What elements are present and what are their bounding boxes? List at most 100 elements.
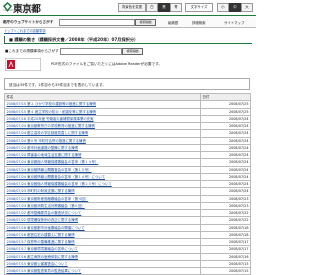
table-row: 2008/07/24 東京都教育庁の学校教育の推進に関する陳情 2008/07/2… [4,121,251,131]
row-date: 2008/07/23 [200,201,251,211]
row-subject-link[interactable]: 2008/07/23 市町村の財政支援に関する陳情 [4,187,201,196]
table-row: 2008/07/18 東京都都市計画審議会の開催について 2008/07/18 [4,223,251,232]
header-date: 日付 [200,92,251,102]
row-subject-link[interactable]: 2008/07/24 都市計画道路の整備に関する陳情 [4,143,201,153]
table-row: 2008/07/22 環境確保条例の改正に関する陳情 2008/07/22 [4,216,251,225]
row-subject-link[interactable]: 2008/07/15 第４ 都立学校の防災・耐震化等に関する陳情 [4,107,201,116]
row-subject-link[interactable]: 2008/07/16 平成20年度 労働者災害補償保険事業の充実 [4,114,201,124]
org-chart-link[interactable]: 組織図 [168,20,178,25]
table-row: 2008/07/15 第４ 都立学校の防災・耐震化等に関する陳情 2008/07/… [4,107,251,116]
row-date: 2008/07/24 [200,165,251,174]
row-date: 2008/07/17 [200,245,251,254]
bgcolor-label: 背景色を変更 [118,3,146,12]
logo-text[interactable]: 東京都 [13,1,41,15]
table-row: 2008/07/16 平成20年度 労働者災害補償保険事業の充実 2008/07/… [4,114,251,124]
row-subject-link[interactable]: 2008/07/18 東京都都市計画審議会の開催について [4,223,201,232]
row-subject-link[interactable]: 2008/07/24 東京都個人情報保護審議会の答申（第２０号）について [4,179,201,189]
breadcrumb[interactable]: トップ＞これまでの請願事項 [4,28,45,33]
row-subject-link[interactable]: 2008/07/18 都営住宅の建替えに関する陳情 [4,230,201,240]
table-row: 2008/07/23 東京都消費生活対策審議会（第６回） 2008/07/23 [4,201,251,211]
row-subject-link[interactable]: 2008/07/23 東京都財産価格審議会の答申（第４回） [4,194,201,203]
site-search-input[interactable] [59,18,135,26]
row-subject-link[interactable]: 2008/07/24 障害者の地域生活支援に関する陳情 [4,150,201,160]
row-date: 2008/07/24 [200,143,251,153]
petition-search-input[interactable] [60,48,122,55]
row-date: 2008/07/18 [200,230,251,240]
advanced-search-link[interactable]: 詳細検索 [192,20,206,25]
row-subject-link[interactable]: 2008/07/15 第２ ひかり学校の建設等の推進に関する陳情 [4,100,201,109]
row-date: 2008/07/17 [200,237,251,247]
row-subject-link[interactable]: 2008/07/24 第６号 市町村合併の推進に関する陳情 [4,136,201,145]
site-search-button[interactable]: 検索開始 [135,18,156,26]
row-date: 2008/07/22 [200,208,251,218]
row-subject-link[interactable]: 2008/07/15 東京都監査委員の監査結果について [4,266,201,275]
adobe-reader-icon[interactable] [5,58,41,71]
row-date: 2008/07/23 [200,194,251,203]
header: TOKYO METROPOLITAN GOVERNMENT 東京都 背景色を変更… [0,0,256,15]
row-date: 2008/07/24 [200,136,251,145]
table-row: 2008/07/24 都立高校の学区制度見直しに関する陳情 2008/07/24 [4,129,251,138]
table-row: 2008/07/15 第２ ひかり学校の建設等の推進に関する陳情 2008/07/… [4,100,251,109]
table-row: 2008/07/24 第６号 市町村合併の推進に関する陳情 2008/07/24 [4,136,251,145]
row-subject-link[interactable]: 2008/07/24 東京都個人情報保護審議会の答申（第１４号） [4,158,201,167]
table-row: 2008/07/24 東京都個人情報保護審議会の答申（第１４号） 2008/07/… [4,158,251,167]
row-date: 2008/07/24 [200,172,251,182]
table-row: 2008/07/17 東京都環境審議会の答申について 2008/07/17 [4,245,251,254]
row-subject-link[interactable]: 2008/07/16 都立病院の医療体制に関する陳情 [4,252,201,261]
pdf-notice: PDF形式のファイルをご覧いただくにはAdobe Readerが必要です。 [5,58,245,71]
petition-search-label: ■これまでの請願事項からさがす [5,49,59,53]
petition-search-button[interactable]: 検索開始 [122,48,143,55]
sitemap-link[interactable]: サイトマップ [224,20,244,25]
row-subject-link[interactable]: 2008/07/24 東京都教育庁の学校教育の推進に関する陳情 [4,121,201,131]
row-subject-link[interactable]: 2008/07/17 保育所の整備推進に関する陳情 [4,237,201,247]
font-large-button[interactable]: 大 [241,3,253,12]
table-row: 2008/07/24 東京都情報公開審査会の答申（第１５号） 2008/07/24 [4,165,251,174]
row-date: 2008/07/24 [200,158,251,167]
row-date: 2008/07/24 [200,129,251,138]
bg-white-button[interactable]: 白 [146,3,158,12]
row-date: 2008/07/16 [200,252,251,261]
table-row: 2008/07/22 都市整備委員会の審査状況について 2008/07/22 [4,208,251,218]
table-row: 2008/07/23 東京都財産価格審議会の答申（第４回） 2008/07/23 [4,194,251,203]
page-title: ■ 請願の動き（請願採択文書／2008年（平成20年）07月採択分） [4,36,252,44]
pdf-notice-text: PDF形式のファイルをご覧いただくにはAdobe Readerが必要です。 [51,62,162,66]
row-date: 2008/07/24 [200,114,251,124]
row-date: 2008/07/24 [200,187,251,196]
font-small-button[interactable]: 小 [217,3,229,12]
row-date: 2008/07/24 [200,150,251,160]
header-subject: 件名 [4,92,201,102]
row-date: 2008/07/18 [200,223,251,232]
row-subject-link[interactable]: 2008/07/24 東京都情報公開審査会の答申（第１５号） [4,165,201,174]
bg-blue-button[interactable]: 青 [170,3,182,12]
row-subject-link[interactable]: 2008/07/15 東京都公害審査会について [4,259,201,269]
table-header-row: 件名 日付 [4,92,251,102]
row-subject-link[interactable]: 2008/07/23 東京都消費生活対策審議会（第６回） [4,201,201,211]
table-row: 2008/07/16 都立病院の医療体制に関する陳情 2008/07/16 [4,252,251,261]
row-subject-link[interactable]: 2008/07/22 環境確保条例の改正に関する陳情 [4,216,201,225]
row-date: 2008/07/25 [200,107,251,116]
table-row: 2008/07/23 市町村の財政支援に関する陳情 2008/07/24 [4,187,251,196]
result-count: 該当は35件です。1件目から35件目までを表示しています。 [9,83,106,87]
result-count-box: 該当は35件です。1件目から35件目までを表示しています。 [4,78,250,90]
petition-table: 件名 日付 2008/07/15 第２ ひかり学校の建設等の推進に関する陳情 20… [4,92,251,275]
row-date: 2008/07/24 [200,121,251,131]
site-search-label: 都庁のウェブサイトからさがす [3,19,54,24]
bg-black-button[interactable]: 黒 [158,3,170,12]
row-date: 2008/07/15 [200,266,251,275]
table-row: 2008/07/17 保育所の整備推進に関する陳情 2008/07/17 [4,237,251,247]
table-row: 2008/07/24 東京都情報公開審査会の答申（第１６号）について 2008/0… [4,172,251,182]
row-subject-link[interactable]: 2008/07/17 東京都環境審議会の答申について [4,245,201,254]
row-date: 2008/07/24 [200,179,251,189]
row-date: 2008/07/15 [200,259,251,269]
table-row: 2008/07/15 東京都公害審査会について 2008/07/15 [4,259,251,269]
row-date: 2008/07/22 [200,216,251,225]
row-subject-link[interactable]: 2008/07/24 都立高校の学区制度見直しに関する陳情 [4,129,201,138]
table-row: 2008/07/24 東京都個人情報保護審議会の答申（第２０号）について 2008… [4,179,251,189]
font-medium-button[interactable]: 中 [229,3,241,12]
site-search-bar: 都庁のウェブサイトからさがす 検索開始 組織図 詳細検索 サイトマップ [0,15,256,28]
fontsize-label: 文字サイズ [185,3,213,12]
table-row: 2008/07/24 障害者の地域生活支援に関する陳情 2008/07/24 [4,150,251,160]
row-subject-link[interactable]: 2008/07/22 都市整備委員会の審査状況について [4,208,201,218]
table-row: 2008/07/24 都市計画道路の整備に関する陳情 2008/07/24 [4,143,251,153]
row-subject-link[interactable]: 2008/07/24 東京都情報公開審査会の答申（第１６号）について [4,172,201,182]
